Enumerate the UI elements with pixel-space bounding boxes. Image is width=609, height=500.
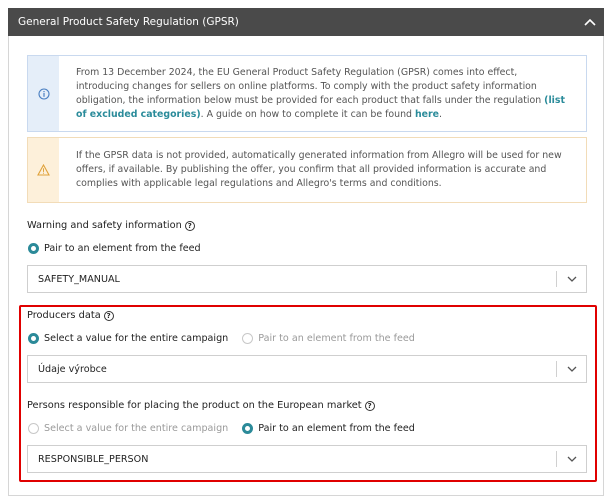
producers-radio-group: Select a value for the entire campaign P… [28,333,429,344]
radio-label: Pair to an element from the feed [258,333,415,344]
radio-unselected-icon [242,333,254,344]
warning-safety-select[interactable]: SAFETY_MANUAL [27,265,587,293]
warning-radio-group: Pair to an element from the feed [28,243,215,254]
info-notice: From 13 December 2024, the EU General Pr… [27,55,587,132]
producers-data-label-text: Producers data [27,310,101,321]
panel-header[interactable]: General Product Safety Regulation (GPSR) [8,8,604,36]
help-icon[interactable]: ? [103,310,114,321]
radio-label: Pair to an element from the feed [44,243,201,254]
producers-data-select[interactable]: Údaje výrobce [27,355,587,383]
info-text-part: From 13 December 2024, the EU General Pr… [76,66,545,106]
responsible-persons-label-text: Persons responsible for placing the prod… [27,400,362,411]
responsible-persons-label: Persons responsible for placing the prod… [27,400,375,411]
radio-selected-icon [28,243,39,254]
info-text-part: . A guide on how to complete it can be f… [200,108,415,120]
info-text-part: . [438,108,442,120]
warning-safety-label: Warning and safety information ? [27,220,195,231]
chevron-up-icon[interactable] [576,8,604,36]
chevron-down-icon[interactable] [557,276,586,282]
producers-radio-campaign[interactable]: Select a value for the entire campaign [28,333,228,344]
radio-selected-icon [28,333,39,344]
radio-label: Pair to an element from the feed [258,423,415,434]
responsible-radio-campaign[interactable]: Select a value for the entire campaign [28,423,228,434]
warning-icon [28,138,59,202]
warning-safety-label-text: Warning and safety information [27,220,182,231]
help-icon[interactable]: ? [364,400,375,411]
responsible-radio-group: Select a value for the entire campaign P… [28,423,429,434]
panel-title: General Product Safety Regulation (GPSR) [18,16,239,28]
responsible-person-select[interactable]: RESPONSIBLE_PERSON [27,445,587,473]
info-icon [28,56,59,131]
select-value: SAFETY_MANUAL [38,273,120,285]
select-value: Údaje výrobce [38,363,107,375]
help-icon[interactable]: ? [184,220,195,231]
warning-notice: If the GPSR data is not provided, automa… [27,137,587,203]
producers-radio-feed[interactable]: Pair to an element from the feed [242,333,415,344]
warning-radio-feed[interactable]: Pair to an element from the feed [28,243,201,254]
radio-selected-icon [242,423,254,434]
responsible-radio-feed[interactable]: Pair to an element from the feed [242,423,415,434]
guide-link[interactable]: here [415,109,439,120]
chevron-down-icon[interactable] [557,456,586,462]
radio-unselected-icon [28,423,39,434]
radio-label: Select a value for the entire campaign [44,423,229,434]
radio-label: Select a value for the entire campaign [44,333,229,344]
warning-notice-text: If the GPSR data is not provided, automa… [76,150,562,189]
info-notice-text: From 13 December 2024, the EU General Pr… [59,56,586,131]
producers-data-label: Producers data ? [27,310,114,321]
select-value: RESPONSIBLE_PERSON [38,453,149,465]
chevron-down-icon[interactable] [557,366,586,372]
